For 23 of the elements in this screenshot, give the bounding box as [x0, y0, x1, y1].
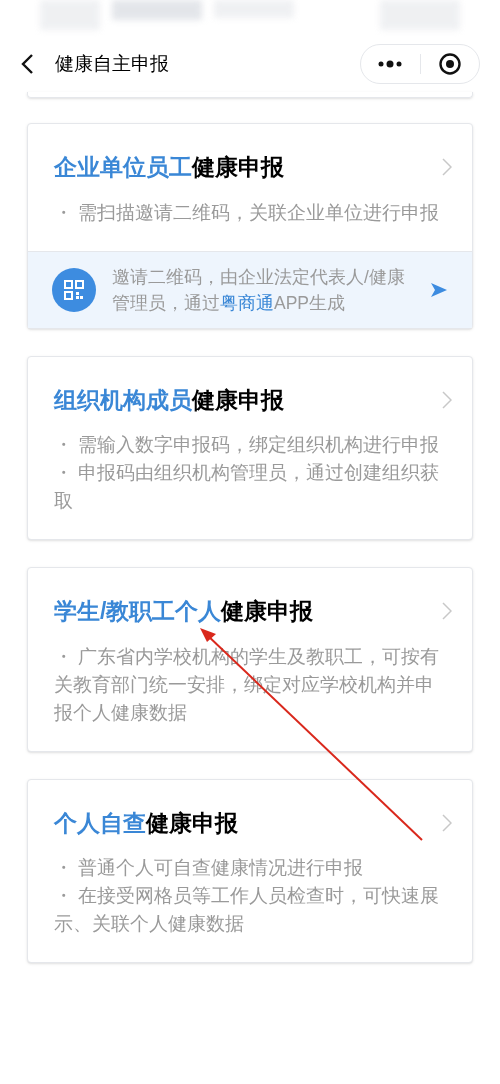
more-icon — [377, 60, 404, 68]
bullet-text: ・ 需扫描邀请二维码，关联企业单位进行申报 — [54, 200, 441, 225]
bullet-text: ・ 需输入数字申报码，绑定组织机构进行申报 — [54, 433, 441, 457]
chevron-right-icon — [442, 602, 452, 621]
card-title: 企业单位员工健康申报 — [54, 153, 284, 182]
card-title: 个人自查健康申报 — [54, 808, 238, 838]
target-icon — [437, 52, 462, 76]
chevron-right-icon — [442, 813, 452, 832]
chevron-right-icon — [442, 158, 452, 177]
card-title: 组织机构成员健康申报 — [54, 385, 284, 415]
declaration-card[interactable]: 组织机构成员健康申报 ・ 需输入数字申报码，绑定组织机构进行申报 ・ 申报码由组织机构管理员，通过创建组织获取 — [27, 355, 473, 540]
qr-code-icon — [52, 267, 96, 312]
page-title: 健康自主申报 — [55, 51, 169, 76]
card-title: 学生/教职工个人健康申报 — [54, 597, 314, 626]
bullet-text: ・ 申报码由组织机构管理员，通过创建组织获取 — [54, 461, 441, 513]
send-icon — [430, 281, 448, 298]
declaration-card[interactable]: 个人自查健康申报 ・ 普通个人可自查健康情况进行申报 ・ 在接受网格员等工作人员检查时，可快速展示、关联个人健康数据 — [27, 778, 473, 963]
bullet-text: ・ 在接受网格员等工作人员检查时，可快速展示、关联个人健康数据 — [54, 884, 441, 936]
declaration-card[interactable]: 企业单位员工健康申报 ・ 需扫描邀请二维码，关联企业单位进行申报 邀请二维码，由企业法定代表人/健康管理员，通过粤商通APP生成 — [27, 123, 473, 329]
chevron-right-icon — [442, 390, 452, 409]
invite-banner[interactable]: 邀请二维码，由企业法定代表人/健康管理员，通过粤商通APP生成 — [28, 250, 472, 328]
bullet-text: ・ 普通个人可自查健康情况进行申报 — [54, 856, 365, 880]
banner-text: 邀请二维码，由企业法定代表人/健康管理员，通过粤商通APP生成 — [112, 265, 406, 315]
